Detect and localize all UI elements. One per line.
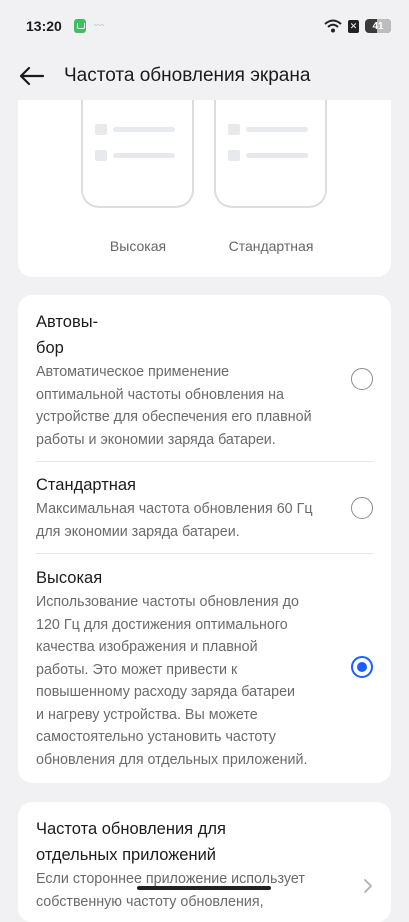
preview-card: Высокая Стандартная <box>18 100 391 277</box>
option-description: обновления для отдельных приложений. <box>36 751 308 768</box>
small-notification-icon: ~~~ <box>93 23 105 29</box>
radio-high[interactable] <box>351 656 373 678</box>
option-title: Высокая <box>36 569 103 587</box>
option-description: Использование частоты обновления до <box>36 594 299 610</box>
preview-label-standard: Стандартная <box>228 238 314 254</box>
option-description: качества изображения и плавной <box>36 639 258 655</box>
divider <box>36 461 373 462</box>
back-button[interactable] <box>18 62 46 90</box>
option-description: самостоятельно установить частоту <box>36 729 276 745</box>
back-arrow-icon <box>19 66 44 86</box>
status-time: 13:20 <box>26 18 62 34</box>
high-refresh-preview <box>81 100 194 208</box>
option-description: оптимальной частоты обновления на <box>36 386 284 403</box>
option-title: Стандартная <box>36 476 136 494</box>
standard-refresh-preview <box>214 100 327 208</box>
option-description: работы. Это может привести к <box>36 661 238 678</box>
option-description: повышенному расходу заряда батареи <box>36 684 296 700</box>
option-description: Автоматическое применение <box>36 364 230 380</box>
home-indicator[interactable] <box>137 886 271 890</box>
battery-icon: 41 <box>365 19 391 33</box>
option-description: 120 Гц для достижения оптимального <box>36 616 288 633</box>
shopping-bag-notification-icon <box>73 19 86 33</box>
per-app-title: отдельных приложений <box>36 846 217 864</box>
per-app-text: Частота обновления для отдельных приложе… <box>36 816 346 913</box>
per-app-description: собственную частоту обновления, <box>36 893 264 910</box>
per-app-refresh-rate[interactable]: Частота обновления для отдельных приложе… <box>18 802 391 922</box>
option-description: работы и экономии заряда батареи. <box>36 431 276 448</box>
radio-auto[interactable] <box>351 368 373 390</box>
battery-level: 41 <box>372 20 384 32</box>
app-bar: Частота обновления экрана <box>0 52 409 100</box>
x-app-icon: ✕ <box>348 19 359 33</box>
preview-label-high: Высокая <box>109 238 167 254</box>
option-auto[interactable]: Автовы- бор Автоматическое применение оп… <box>36 309 373 451</box>
option-description: и нагреву устройства. Вы можете <box>36 706 258 723</box>
status-bar: 13:20 ~~~ ✕ 41 <box>0 0 409 52</box>
option-description: для экономии заряда батареи. <box>36 523 240 540</box>
option-title: бор <box>36 339 64 357</box>
divider <box>36 553 373 554</box>
option-description: Максимальная частота обновления 60 Гц <box>36 501 313 517</box>
option-description: устройстве для обеспечения его плавной <box>36 409 312 425</box>
chevron-right-icon <box>364 879 372 893</box>
option-standard[interactable]: Стандартная Максимальная частота обновле… <box>36 472 373 543</box>
radio-standard[interactable] <box>351 497 373 519</box>
option-title: Автовы- <box>36 313 99 331</box>
per-app-title: Частота обновления для <box>36 820 226 838</box>
wifi-icon <box>324 19 342 33</box>
refresh-rate-options: Автовы- бор Автоматическое применение оп… <box>18 295 391 783</box>
option-high[interactable]: Высокая Использование частоты обновления… <box>36 565 373 771</box>
page-title: Частота обновления экрана <box>64 65 311 86</box>
